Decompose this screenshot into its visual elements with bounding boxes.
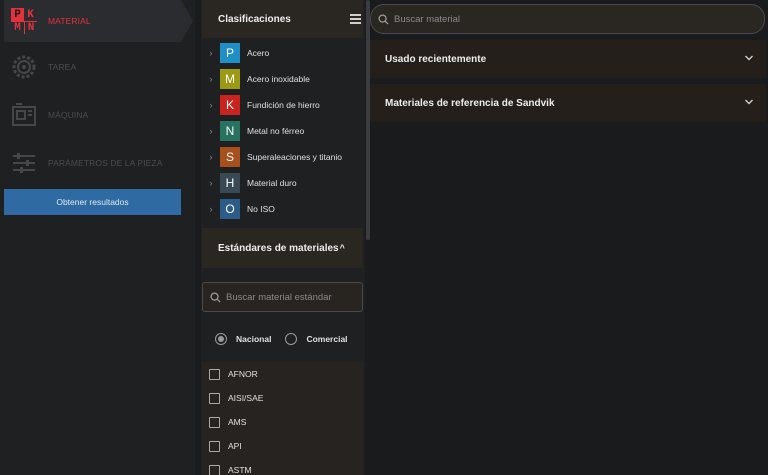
menu-icon[interactable] [350,14,361,26]
nav-item-tarea[interactable]: TAREA [4,46,181,88]
recently-used-section[interactable]: Usado recientemente [370,40,766,78]
nav-item-label: PARÁMETROS DE LA PIEZA [48,158,163,168]
classifications-header: Clasificaciones [202,0,363,38]
sliders-icon [4,149,44,177]
material-search-input[interactable] [394,13,754,25]
standards-list: AFNOR AISI/SAE AMS API ASTM [202,362,363,475]
iso-badge-p: P [220,43,240,63]
logo-letter-m: M [11,21,24,34]
radio-unselected-icon[interactable] [285,333,298,345]
chevron-right-icon[interactable]: › [202,204,220,214]
get-results-button[interactable]: Obtener resultados [4,189,181,215]
standard-item-api[interactable]: API [209,434,363,458]
classifications-title: Clasificaciones [218,13,291,25]
chevron-up-icon[interactable]: ^ [340,243,345,253]
standard-item-ams[interactable]: AMS [209,410,363,434]
iso-badge-s: S [220,147,240,167]
classification-item-h[interactable]: › H Material duro [202,170,363,196]
classification-label: Superaleaciones y titanio [247,152,342,162]
classification-item-m[interactable]: › M Acero inoxidable [202,66,363,92]
section-title: Usado recientemente [385,53,487,65]
classification-item-k[interactable]: › K Fundición de hierro [202,92,363,118]
standard-search-box [202,282,363,312]
chevron-right-icon[interactable]: › [202,152,220,162]
nav-item-label: TAREA [48,62,77,72]
material-search-box [370,4,765,34]
chevron-right-icon[interactable]: › [202,74,220,84]
standard-item-aisi-sae[interactable]: AISI/SAE [209,386,363,410]
nav-item-material[interactable]: P K M N MATERIAL [4,0,181,42]
chevron-right-icon[interactable]: › [202,100,220,110]
standard-label: AFNOR [228,369,258,379]
classification-label: Acero [247,48,270,58]
chevron-down-icon[interactable] [744,54,754,62]
sandvik-reference-section[interactable]: Materiales de referencia de Sandvik [370,84,766,122]
standard-label: AISI/SAE [228,393,264,403]
logo-letter-p: P [11,8,24,21]
iso-badge-n: N [220,121,240,141]
nav-item-label: MATERIAL [48,16,91,26]
standard-label: ASTM [228,465,252,475]
checkbox[interactable] [209,368,220,380]
checkbox[interactable] [209,464,220,475]
classification-list: › P Acero › M Acero inoxidable › K Fundi… [202,40,363,222]
pkmn-logo-icon: P K M N [4,8,44,34]
standards-title: Estándares de materiales [218,242,339,254]
standard-item-afnor[interactable]: AFNOR [209,362,363,386]
radio-commercial-label: Comercial [306,334,348,344]
iso-badge-k: K [220,95,240,115]
task-gear-icon [4,53,44,81]
standards-header[interactable]: Estándares de materiales ^ [202,228,363,268]
standard-label: AMS [228,417,247,427]
search-icon [378,13,389,25]
classification-label: No ISO [247,204,275,214]
classification-label: Metal no férreo [247,126,305,136]
standard-type-radios: Nacional Comercial [215,333,362,345]
iso-badge-h: H [220,173,240,193]
chevron-right-icon[interactable]: › [202,48,220,58]
classification-item-n[interactable]: › N Metal no férreo [202,118,363,144]
radio-national[interactable]: Nacional [215,333,271,345]
app-root: P K M N MATERIAL TAREA MÁQUINA PARÁMETRO… [0,0,768,475]
nav-item-label: MÁQUINA [48,110,89,120]
radio-commercial[interactable]: Comercial [285,333,348,345]
standard-search-input[interactable] [226,291,346,303]
chevron-down-icon[interactable] [744,98,754,106]
classification-label: Acero inoxidable [247,74,310,84]
classification-label: Material duro [247,178,297,188]
logo-letter-n: N [24,21,37,34]
search-icon [210,291,221,303]
nav-item-parametros[interactable]: PARÁMETROS DE LA PIEZA [4,142,181,184]
machine-icon [4,101,44,129]
classification-item-o[interactable]: › O No ISO [202,196,363,222]
nav-active-arrow [181,0,193,42]
iso-badge-m: M [220,69,240,89]
classification-item-p[interactable]: › P Acero [202,40,363,66]
checkbox[interactable] [209,392,220,404]
radio-selected-icon[interactable] [215,333,227,345]
standard-label: API [228,441,242,451]
left-nav: P K M N MATERIAL TAREA MÁQUINA PARÁMETRO… [0,0,195,475]
chevron-right-icon[interactable]: › [202,126,220,136]
standard-item-astm[interactable]: ASTM [209,458,363,475]
checkbox[interactable] [209,416,220,428]
section-title: Materiales de referencia de Sandvik [385,97,555,109]
nav-item-maquina[interactable]: MÁQUINA [4,94,181,136]
classification-label: Fundición de hierro [247,100,320,110]
checkbox[interactable] [209,440,220,452]
chevron-right-icon[interactable]: › [202,178,220,188]
classification-item-s[interactable]: › S Superaleaciones y titanio [202,144,363,170]
iso-badge-o: O [220,199,240,219]
radio-national-label: Nacional [236,334,272,344]
logo-letter-k: K [27,8,34,21]
